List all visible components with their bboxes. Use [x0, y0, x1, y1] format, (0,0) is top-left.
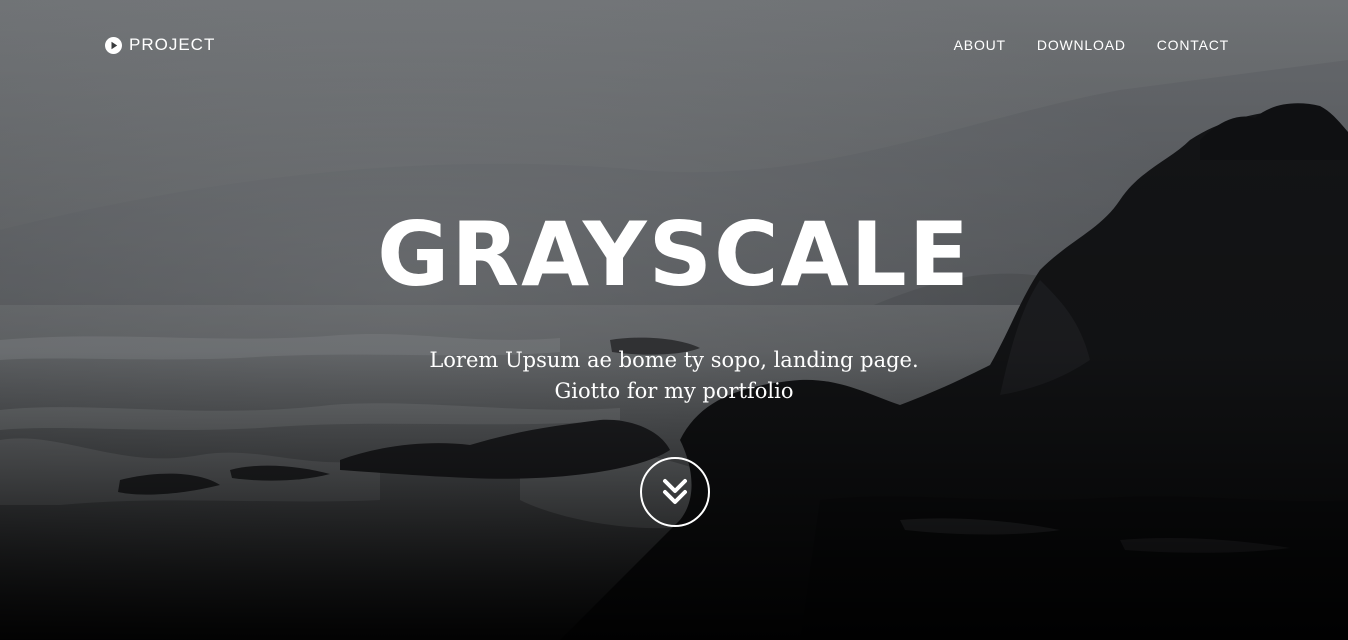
nav-link-about[interactable]: ABOUT — [954, 36, 1006, 54]
hero-tagline-line-2: Giotto for my portfolio — [554, 379, 794, 403]
nav-links: ABOUT DOWNLOAD CONTACT — [923, 36, 1229, 54]
top-navbar: PROJECT ABOUT DOWNLOAD CONTACT — [0, 0, 1348, 90]
hero-section: PROJECT ABOUT DOWNLOAD CONTACT GRAYSCALE… — [0, 0, 1348, 640]
hero-tagline: Lorem Upsum ae bome ty sopo, landing pag… — [0, 345, 1348, 407]
scroll-down-button[interactable] — [640, 457, 710, 527]
play-circle-icon — [105, 36, 122, 54]
hero-tagline-line-1: Lorem Upsum ae bome ty sopo, landing pag… — [429, 348, 919, 372]
nav-link-contact[interactable]: CONTACT — [1157, 36, 1229, 54]
nav-link-download[interactable]: DOWNLOAD — [1037, 36, 1126, 54]
brand-link[interactable]: PROJECT — [105, 34, 215, 56]
double-chevron-down-icon — [660, 477, 690, 507]
brand-label: PROJECT — [129, 35, 216, 54]
hero-title: GRAYSCALE — [377, 203, 971, 306]
hero-background-image — [0, 0, 1348, 640]
